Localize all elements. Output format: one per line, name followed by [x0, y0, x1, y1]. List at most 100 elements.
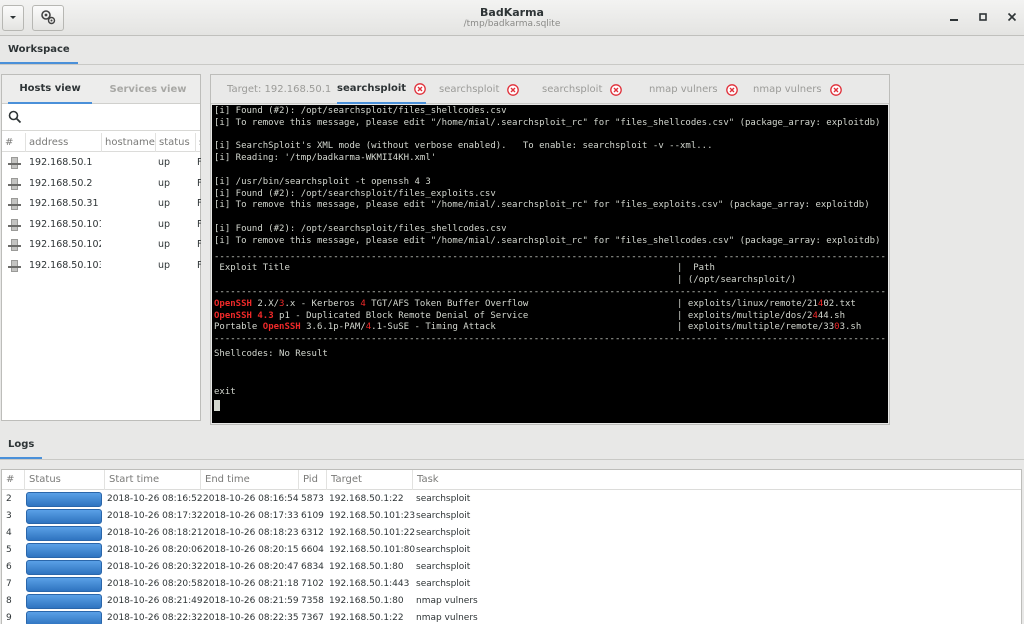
- status-progress-bar: [26, 577, 102, 592]
- log-row[interactable]: 7 2018-10-26 08:20:58 2018-10-26 08:21:18 7…: [2, 576, 1021, 593]
- log-row[interactable]: 6 2018-10-26 08:20:32 2018-10-26 08:20:47 6…: [2, 559, 1021, 576]
- host-row[interactable]: 192.168.50.101 up F: [2, 215, 201, 235]
- host-extra: F: [197, 259, 201, 271]
- host-status: up: [158, 198, 171, 209]
- exploit-title-text: 4.3: [257, 310, 274, 321]
- logs-tab-bar: Logs: [0, 432, 1024, 460]
- col-number[interactable]: #: [2, 470, 24, 490]
- close-tab-icon[interactable]: [725, 83, 738, 96]
- col-task[interactable]: Task: [412, 470, 1021, 490]
- hosts-panel-tabs: Hosts view Services view: [2, 75, 200, 104]
- log-pid: 5873: [301, 494, 324, 504]
- host-icon: [8, 259, 21, 273]
- exploit-path-text: | exploits/multiple/remote/33: [677, 322, 835, 333]
- terminal-separator: ----------------------------------------…: [214, 287, 886, 297]
- col-pid[interactable]: Pid: [298, 470, 326, 490]
- host-extra: F: [197, 218, 201, 230]
- terminal-tab[interactable]: Target: 192.168.50.1: [227, 75, 331, 104]
- log-row[interactable]: 5 2018-10-26 08:20:06 2018-10-26 08:20:15 6…: [2, 542, 1021, 559]
- terminal-tab[interactable]: searchsploit: [542, 75, 623, 104]
- close-tab-icon[interactable]: [507, 83, 520, 96]
- log-start-time: 2018-10-26 08:21:49: [107, 596, 203, 606]
- col-status[interactable]: status: [155, 133, 195, 152]
- status-progress-bar: [26, 594, 102, 609]
- host-extra: F: [197, 198, 201, 209]
- status-progress-bar: [26, 492, 102, 507]
- log-pid: 7358: [301, 596, 324, 606]
- tab-hosts-view[interactable]: Hosts view: [8, 75, 92, 104]
- terminal-tab[interactable]: nmap vulners: [753, 75, 842, 104]
- host-status: up: [158, 239, 171, 250]
- search-input[interactable]: [26, 108, 194, 128]
- terminal-tab-label: searchsploit: [542, 84, 603, 95]
- maximize-button[interactable]: [974, 9, 992, 27]
- terminal-tab-bar: Target: 192.168.50.1 searchsploit searchsp…: [211, 75, 889, 104]
- log-target: 192.168.50.1:80: [329, 562, 404, 572]
- terminal-line: [i] Reading: '/tmp/badkarma-WKMII4KH.xml…: [214, 153, 437, 164]
- terminal-output[interactable]: [i] Found (#2): /opt/searchsploit/files_…: [212, 105, 888, 423]
- log-row[interactable]: 3 2018-10-26 08:17:32 2018-10-26 08:17:33 6…: [2, 508, 1021, 525]
- host-address: 192.168.50.2: [29, 177, 93, 189]
- close-tab-icon[interactable]: [414, 82, 426, 95]
- host-icon: [8, 238, 21, 252]
- col-extra[interactable]: s: [195, 133, 200, 152]
- host-address: 192.168.50.31: [29, 198, 99, 209]
- log-task: nmap vulners: [416, 596, 478, 606]
- minimize-button[interactable]: [945, 9, 963, 27]
- col-end-time[interactable]: End time: [200, 470, 298, 490]
- col-hostname[interactable]: hostname: [101, 133, 155, 152]
- host-row[interactable]: 192.168.50.102 up F: [2, 235, 201, 255]
- log-task: searchsploit: [416, 511, 471, 521]
- close-tab-icon[interactable]: [829, 83, 842, 96]
- exploit-title-text: TGT/AFS Token Buffer Overflow: [365, 298, 529, 309]
- col-address[interactable]: address: [25, 133, 101, 152]
- log-start-time: 2018-10-26 08:20:06: [107, 545, 203, 555]
- host-address: 192.168.50.1: [29, 157, 93, 168]
- terminal-tab-label: searchsploit: [337, 83, 407, 94]
- exploit-row: OpenSSH 4.3 p1 - Duplicated Block Remote…: [214, 311, 845, 322]
- log-pid: 7367: [301, 613, 324, 623]
- close-tab-icon[interactable]: [610, 83, 623, 96]
- log-row[interactable]: 9 2018-10-26 08:22:32 2018-10-26 08:22:35 7…: [2, 610, 1021, 624]
- tab-logs[interactable]: Logs: [0, 432, 43, 459]
- log-start-time: 2018-10-26 08:22:32: [107, 613, 203, 623]
- terminal-line: [i] Found (#2): /opt/searchsploit/files_…: [214, 224, 507, 234]
- terminal-separator: ----------------------------------------…: [214, 251, 886, 262]
- terminal-line: [i] Found (#2): /opt/searchsploit/files_…: [214, 106, 507, 116]
- app-title: BadKarma: [480, 6, 544, 19]
- log-row[interactable]: 8 2018-10-26 08:21:49 2018-10-26 08:21:59 7…: [2, 593, 1021, 610]
- results-header-path-dir: | (/opt/searchsploit/): [677, 275, 797, 286]
- terminal-tab[interactable]: searchsploit: [337, 75, 427, 104]
- terminal-line: [i] /usr/bin/searchsploit -t openssh 4 3: [214, 176, 431, 187]
- search-bar: [2, 105, 200, 131]
- exploit-title-text: 2.X/: [251, 298, 280, 309]
- log-end-time: 2018-10-26 08:21:59: [203, 596, 299, 606]
- log-row[interactable]: 2 2018-10-26 08:16:52 2018-10-26 08:16:54 5…: [2, 491, 1021, 508]
- tab-workspace[interactable]: Workspace: [0, 37, 78, 64]
- close-button[interactable]: [1003, 9, 1021, 27]
- title-bar: BadKarma /tmp/badkarma.sqlite: [0, 0, 1024, 36]
- host-row[interactable]: 192.168.50.1 up F: [2, 153, 201, 173]
- log-row[interactable]: 4 2018-10-26 08:18:21 2018-10-26 08:18:23 6…: [2, 525, 1021, 542]
- host-row[interactable]: 192.168.50.31 up F: [2, 194, 201, 214]
- col-status[interactable]: Status: [24, 470, 104, 490]
- exploit-row: OpenSSH 2.X/3.x - Kerberos 4 TGT/AFS Tok…: [214, 298, 856, 310]
- host-extra: F: [197, 239, 201, 250]
- log-number: 8: [6, 596, 12, 606]
- tab-services-view[interactable]: Services view: [98, 75, 198, 104]
- shellcodes-result: Shellcodes: No Result: [214, 349, 328, 359]
- col-number[interactable]: #: [2, 133, 25, 152]
- col-target[interactable]: Target: [326, 470, 412, 490]
- log-number: 6: [6, 562, 12, 572]
- minimize-icon: [949, 10, 959, 26]
- log-number: 4: [6, 528, 12, 538]
- host-row[interactable]: 192.168.50.2 up F: [2, 174, 201, 194]
- exploit-path: | exploits/multiple/remote/3303.sh: [677, 322, 861, 333]
- exploit-title: OpenSSH 4.3 p1 - Duplicated Block Remote…: [214, 311, 528, 321]
- host-extra: F: [197, 157, 201, 168]
- exploit-path-text: 3.sh: [839, 322, 862, 333]
- terminal-tab[interactable]: searchsploit: [439, 75, 520, 104]
- terminal-tab[interactable]: nmap vulners: [649, 75, 738, 104]
- host-row[interactable]: 192.168.50.103 up F: [2, 256, 201, 276]
- col-start-time[interactable]: Start time: [104, 470, 200, 490]
